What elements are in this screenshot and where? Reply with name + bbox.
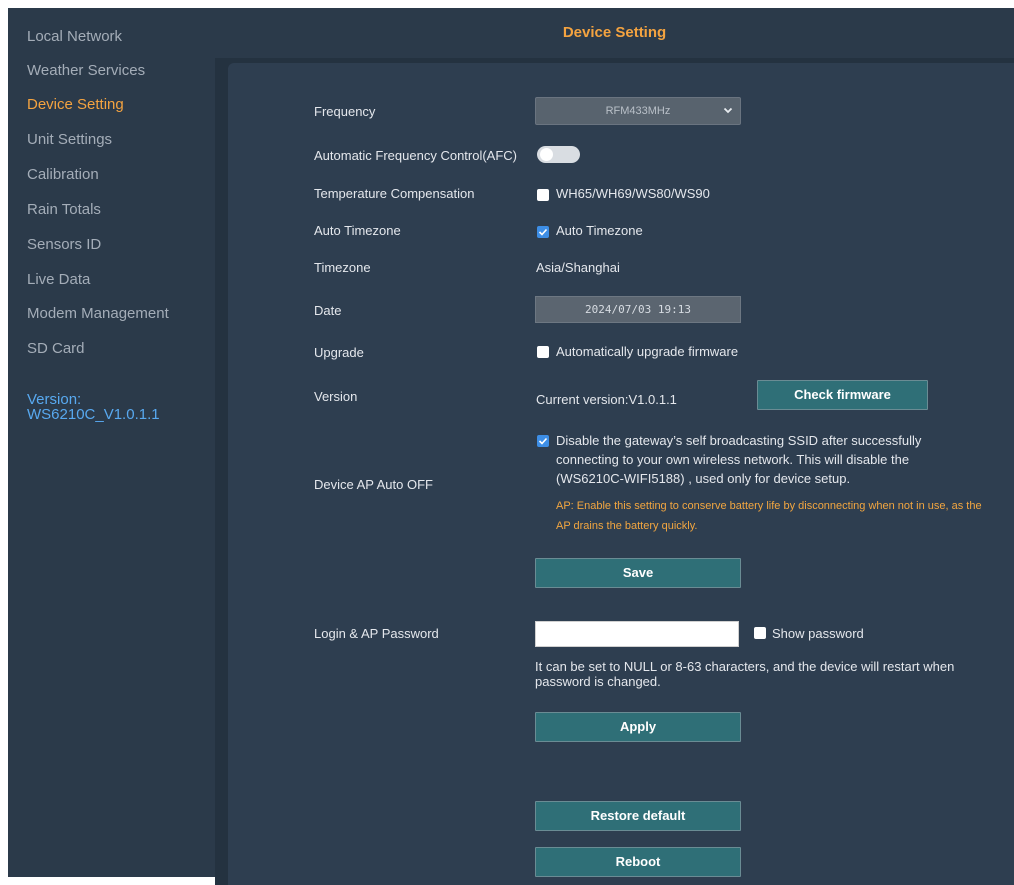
auto-upgrade-checkbox[interactable] <box>537 346 549 358</box>
ap-desc-line-1: Disable the gateway’s self broadcasting … <box>556 433 922 448</box>
check-icon <box>538 228 548 236</box>
sidebar-item-rain-totals[interactable]: Rain Totals <box>27 201 101 218</box>
page-title: Device Setting <box>562 24 667 41</box>
sidebar: Local Network Weather Services Device Se… <box>8 8 215 877</box>
toggle-knob <box>540 148 553 161</box>
sidebar-item-calibration[interactable]: Calibration <box>27 166 99 183</box>
frequency-select[interactable]: RFM433MHz <box>535 97 741 125</box>
check-icon <box>538 437 548 445</box>
ap-auto-off-description: Disable the gateway’s self broadcasting … <box>556 431 966 488</box>
restore-default-button[interactable]: Restore default <box>535 801 741 831</box>
chevron-down-icon <box>723 107 733 114</box>
check-firmware-button[interactable]: Check firmware <box>757 380 928 410</box>
sidebar-item-modem-management[interactable]: Modem Management <box>27 305 169 322</box>
ap-battery-warning: AP: Enable this setting to conserve batt… <box>556 496 1014 536</box>
show-password-option: Show password <box>772 626 864 641</box>
ap-desc-line-3: (WS6210C-WIFI5188) , used only for devic… <box>556 471 851 486</box>
sidebar-item-sd-card[interactable]: SD Card <box>27 340 85 357</box>
version-info: Version: WS6210C_V1.0.1.1 <box>27 392 160 422</box>
save-button[interactable]: Save <box>535 558 741 588</box>
auto-timezone-option: Auto Timezone <box>556 223 643 238</box>
ap-desc-line-2: connecting to your own wireless network.… <box>556 452 910 467</box>
auto-timezone-checkbox[interactable] <box>537 226 549 238</box>
password-hint: It can be set to NULL or 8-63 characters… <box>535 659 955 689</box>
upgrade-label: Upgrade <box>314 345 364 360</box>
reboot-button[interactable]: Reboot <box>535 847 741 877</box>
afc-label: Automatic Frequency Control(AFC) <box>314 148 518 163</box>
ap-warning-line-1: AP: Enable this setting to conserve batt… <box>556 500 982 512</box>
show-password-checkbox[interactable] <box>754 627 766 639</box>
temp-compensation-label: Temperature Compensation <box>314 186 475 201</box>
version-value: WS6210C_V1.0.1.1 <box>27 406 160 423</box>
sidebar-item-weather-services[interactable]: Weather Services <box>27 62 145 79</box>
date-field[interactable]: 2024/07/03 19:13 <box>535 296 741 323</box>
sidebar-item-device-setting[interactable]: Device Setting <box>27 96 124 113</box>
password-input[interactable] <box>535 621 739 647</box>
ap-auto-off-checkbox[interactable] <box>537 435 549 447</box>
app-root: Local Network Weather Services Device Se… <box>0 0 1014 885</box>
apply-button[interactable]: Apply <box>535 712 741 742</box>
ap-warning-line-2: AP drains the battery quickly. <box>556 520 698 532</box>
sidebar-item-live-data[interactable]: Live Data <box>27 271 90 288</box>
timezone-value: Asia/Shanghai <box>536 260 620 275</box>
frequency-select-value: RFM433MHz <box>605 105 671 117</box>
password-label: Login & AP Password <box>314 626 439 641</box>
version-row-label: Version <box>314 389 358 404</box>
temp-compensation-option: WH65/WH69/WS80/WS90 <box>556 186 710 201</box>
timezone-label: Timezone <box>314 260 371 275</box>
page-header: Device Setting <box>215 8 1014 58</box>
sidebar-item-sensors-id[interactable]: Sensors ID <box>27 236 101 253</box>
afc-toggle[interactable] <box>537 146 580 163</box>
auto-upgrade-option: Automatically upgrade firmware <box>556 344 739 359</box>
version-label: Version: <box>27 391 82 408</box>
current-version-text: Current version:V1.0.1.1 <box>536 392 677 407</box>
frequency-label: Frequency <box>314 104 376 119</box>
date-label: Date <box>314 303 342 318</box>
auto-timezone-label: Auto Timezone <box>314 223 401 238</box>
temp-compensation-checkbox[interactable] <box>537 189 549 201</box>
ap-auto-off-label: Device AP Auto OFF <box>314 477 433 492</box>
sidebar-item-unit-settings[interactable]: Unit Settings <box>27 131 112 148</box>
sidebar-item-local-network[interactable]: Local Network <box>27 28 122 45</box>
